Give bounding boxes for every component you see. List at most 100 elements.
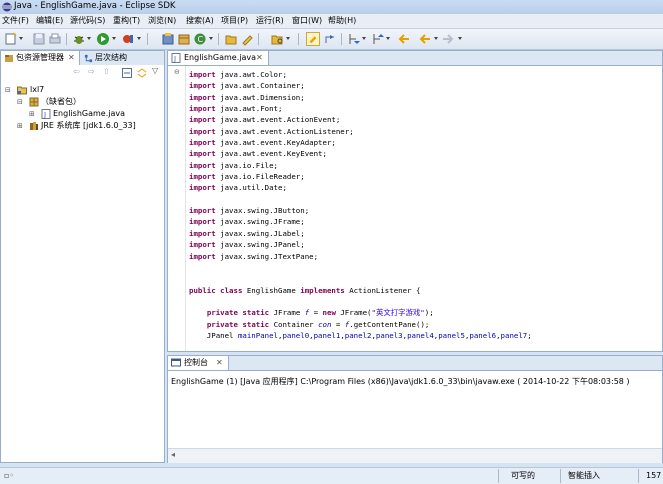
code-line[interactable]: import javax.swing.JTextPane;: [189, 251, 532, 262]
fold-icon[interactable]: ⊖: [174, 68, 180, 76]
window-title: Java - EnglishGame.java - Eclipse SDK: [14, 1, 176, 11]
code-line[interactable]: import javax.swing.JFrame;: [189, 216, 532, 227]
open-type-icon[interactable]: [224, 32, 238, 46]
scroll-left-icon[interactable]: ◂: [171, 450, 175, 459]
code-line[interactable]: [189, 194, 532, 205]
link-with-editor-icon[interactable]: [137, 68, 147, 78]
close-icon[interactable]: ✕: [68, 51, 75, 65]
code-line[interactable]: import java.awt.event.ActionEvent;: [189, 114, 532, 125]
status-insert-mode: 智能插入: [568, 471, 600, 480]
menu-run[interactable]: 运行(R): [256, 15, 284, 26]
debug-icon[interactable]: [72, 32, 86, 46]
code-line[interactable]: import java.awt.Dimension;: [189, 92, 532, 103]
console-status-text: EnglishGame (1) [Java 应用程序] C:\Program F…: [171, 377, 630, 386]
close-icon[interactable]: ✕: [256, 51, 263, 65]
tab-hierarchy[interactable]: 层次结构: [81, 51, 131, 65]
menu-help[interactable]: 帮助(H): [328, 15, 356, 26]
code-line[interactable]: import java.awt.Container;: [189, 80, 532, 91]
menu-window[interactable]: 窗口(W): [292, 15, 322, 26]
code-line[interactable]: import java.util.Date;: [189, 182, 532, 193]
code-line[interactable]: [189, 262, 532, 273]
status-indicator-icon: ▫◦: [4, 471, 15, 480]
svg-text:J: J: [43, 111, 46, 119]
code-line[interactable]: JPanel mainPanel,panel0,panel1,panel2,pa…: [189, 330, 532, 341]
up-icon[interactable]: ⇧: [103, 67, 110, 76]
code-line[interactable]: import java.awt.event.KeyEvent;: [189, 148, 532, 159]
java-file-icon: J: [41, 109, 51, 119]
code-line[interactable]: import javax.swing.JButton;: [189, 205, 532, 216]
title-bar: Java - EnglishGame.java - Eclipse SDK: [0, 0, 663, 15]
editor-body[interactable]: ⊖ import java.awt.Color; import java.awt.…: [168, 66, 662, 351]
code-line[interactable]: private static JFrame f = new JFrame("英文…: [189, 307, 532, 318]
search-icon[interactable]: [270, 32, 284, 46]
code-line[interactable]: [189, 273, 532, 284]
editor-gutter: ⊖: [168, 66, 186, 351]
code-line[interactable]: private static Container con = f.getCont…: [189, 319, 532, 330]
forward-icon[interactable]: [441, 32, 455, 46]
new-java-project-icon[interactable]: [161, 32, 175, 46]
menu-source[interactable]: 源代码(S): [70, 15, 105, 26]
menu-project[interactable]: 项目(P): [221, 15, 248, 26]
next-annotation-icon[interactable]: [346, 32, 360, 46]
menu-refactor[interactable]: 重构(T): [113, 15, 140, 26]
collapse-all-icon[interactable]: [122, 68, 132, 78]
package-icon: [29, 97, 39, 107]
library-icon: [30, 122, 38, 130]
code-line[interactable]: import javax.swing.JPanel;: [189, 239, 532, 250]
expand-toggle-icon[interactable]: ⊞: [29, 108, 35, 120]
code-editor: J EnglishGame.java ✕ ⊖ import java.awt.C…: [167, 50, 663, 352]
menu-search[interactable]: 搜索(A): [186, 15, 214, 26]
console-tab-label: 控制台: [184, 358, 208, 367]
tab-package-explorer[interactable]: 包资源管理器 ✕: [1, 51, 80, 65]
tree-label: （缺省包）: [41, 97, 81, 106]
new-icon[interactable]: [4, 32, 18, 46]
toolbar: C: [0, 29, 663, 50]
new-package-icon[interactable]: [177, 32, 191, 46]
print-icon[interactable]: [48, 32, 62, 46]
console-horizontal-scrollbar[interactable]: ◂: [168, 448, 662, 463]
status-bar: ▫◦ 可写的 智能插入 157: [0, 467, 663, 484]
status-cursor-position: 157: [646, 471, 662, 480]
code-line[interactable]: import java.awt.event.ActionListener;: [189, 126, 532, 137]
forward-icon[interactable]: ⇨: [88, 67, 95, 76]
expand-toggle-icon[interactable]: ⊞: [17, 120, 23, 132]
tab-console[interactable]: 控制台 ✕: [168, 356, 229, 370]
external-tools-icon[interactable]: [121, 32, 135, 46]
menu-edit[interactable]: 编辑(E): [36, 15, 63, 26]
collapse-toggle-icon[interactable]: ⊟: [5, 84, 11, 96]
code-line[interactable]: public class EnglishGame implements Acti…: [189, 285, 532, 296]
tree-label: EnglishGame.java: [53, 109, 126, 118]
run-icon[interactable]: [96, 32, 110, 46]
tab-label: 包资源管理器: [16, 53, 64, 62]
view-menu-icon[interactable]: ▽: [152, 66, 158, 75]
toggle-mark-occurrences-icon[interactable]: [306, 32, 320, 46]
show-whitespace-icon[interactable]: [323, 32, 337, 46]
new-class-icon[interactable]: C: [193, 32, 207, 46]
left-panel-tabs: 包资源管理器 ✕ 层次结构: [1, 51, 164, 66]
previous-annotation-icon[interactable]: [370, 32, 384, 46]
back-icon[interactable]: [418, 32, 432, 46]
code-line[interactable]: import java.awt.Font;: [189, 103, 532, 114]
svg-text:J: J: [173, 55, 176, 63]
save-icon[interactable]: [32, 32, 46, 46]
code-line[interactable]: import java.io.File;: [189, 160, 532, 171]
menu-file[interactable]: 文件(F): [2, 15, 29, 26]
code-line[interactable]: import java.io.FileReader;: [189, 171, 532, 182]
back-icon[interactable]: ⇦: [73, 67, 80, 76]
code-line[interactable]: [189, 296, 532, 307]
collapse-toggle-icon[interactable]: ⊟: [17, 96, 23, 108]
menu-navigate[interactable]: 浏览(N): [148, 15, 176, 26]
console-tabs: 控制台 ✕: [168, 356, 662, 371]
code-line[interactable]: import java.awt.event.KeyAdapter;: [189, 137, 532, 148]
code-line[interactable]: import java.awt.Color;: [189, 69, 532, 80]
editor-tab-label: EnglishGame.java: [184, 53, 257, 62]
hierarchy-icon: [84, 54, 93, 63]
open-task-icon[interactable]: [240, 32, 254, 46]
last-edit-location-icon[interactable]: [397, 32, 411, 46]
close-icon[interactable]: ✕: [216, 356, 223, 370]
console-icon: [171, 358, 181, 367]
tab-english-game[interactable]: J EnglishGame.java ✕: [168, 51, 269, 65]
code-text[interactable]: import java.awt.Color; import java.awt.Co…: [189, 69, 532, 341]
svg-text:C: C: [198, 35, 204, 44]
code-line[interactable]: import javax.swing.JLabel;: [189, 228, 532, 239]
